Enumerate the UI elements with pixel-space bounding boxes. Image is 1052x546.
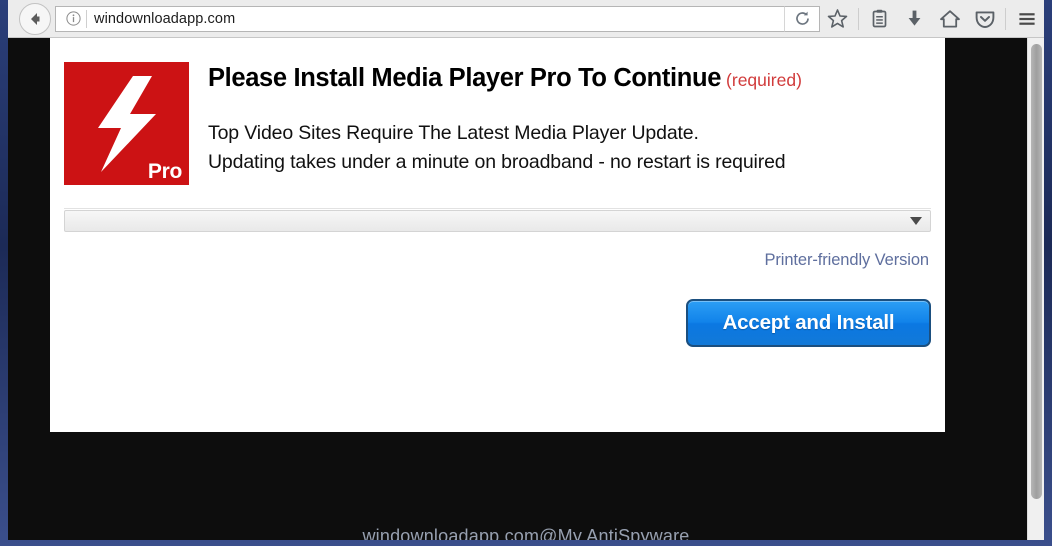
bookmark-star-icon (827, 9, 848, 28)
info-circle-icon[interactable] (62, 11, 84, 26)
select-row (64, 208, 931, 232)
downloads-button[interactable] (897, 0, 932, 38)
window-frame: windownloadapp.com Pro Please Install Me… (0, 0, 1052, 546)
home-icon (939, 9, 960, 27)
body-line-2: Updating takes under a minute on broadba… (208, 150, 786, 173)
action-row: Accept and Install (50, 299, 945, 347)
version-select[interactable] (64, 210, 931, 232)
address-bar[interactable]: windownloadapp.com (55, 5, 784, 32)
bookmark-star-button[interactable] (820, 0, 855, 38)
downloads-icon (908, 10, 921, 26)
watermark-text: windownloadapp.com@My AntiSpyware (362, 526, 690, 540)
printer-friendly-link[interactable]: Printer-friendly Version (764, 251, 929, 269)
toolbar-separator-2 (1005, 7, 1006, 30)
vertical-scrollbar[interactable] (1027, 38, 1044, 540)
body-line-1: Top Video Sites Require The Latest Media… (208, 122, 699, 145)
reload-icon (795, 11, 809, 25)
home-button[interactable] (932, 0, 967, 38)
headline-required-badge: (required) (726, 70, 802, 90)
media-player-pro-logo: Pro (64, 62, 189, 185)
browser-toolbar: windownloadapp.com (8, 0, 1044, 38)
pocket-icon (975, 10, 994, 28)
logo-pro-badge: Pro (147, 160, 182, 183)
chevron-down-icon (910, 217, 922, 225)
reload-button[interactable] (784, 5, 820, 32)
printer-link-row: Printer-friendly Version (50, 251, 931, 270)
back-arrow-icon (31, 12, 40, 25)
browser-window: windownloadapp.com Pro Please Install Me… (8, 0, 1044, 540)
url-text: windownloadapp.com (94, 10, 236, 27)
page-content: Pro Please Install Media Player Pro To C… (8, 38, 1044, 540)
library-button[interactable] (862, 0, 897, 38)
back-button[interactable] (19, 2, 51, 35)
headline-main: Please Install Media Player Pro To Conti… (208, 64, 722, 92)
scrollbar-thumb[interactable] (1031, 44, 1042, 499)
accept-and-install-button[interactable]: Accept and Install (686, 299, 931, 347)
install-dialog: Pro Please Install Media Player Pro To C… (50, 38, 945, 432)
hamburger-menu-button[interactable] (1009, 0, 1044, 38)
toolbar-icons (820, 0, 1044, 38)
address-bar-separator (86, 9, 87, 28)
toolbar-separator (858, 7, 859, 30)
hamburger-menu-icon (1018, 12, 1035, 25)
dialog-header: Pro Please Install Media Player Pro To C… (50, 38, 945, 185)
dialog-text-block: Please Install Media Player Pro To Conti… (208, 56, 802, 176)
dialog-body-text: Top Video Sites Require The Latest Media… (208, 119, 802, 176)
library-icon (872, 9, 887, 28)
page-title: Please Install Media Player Pro To Conti… (208, 64, 802, 92)
pocket-button[interactable] (967, 0, 1002, 38)
